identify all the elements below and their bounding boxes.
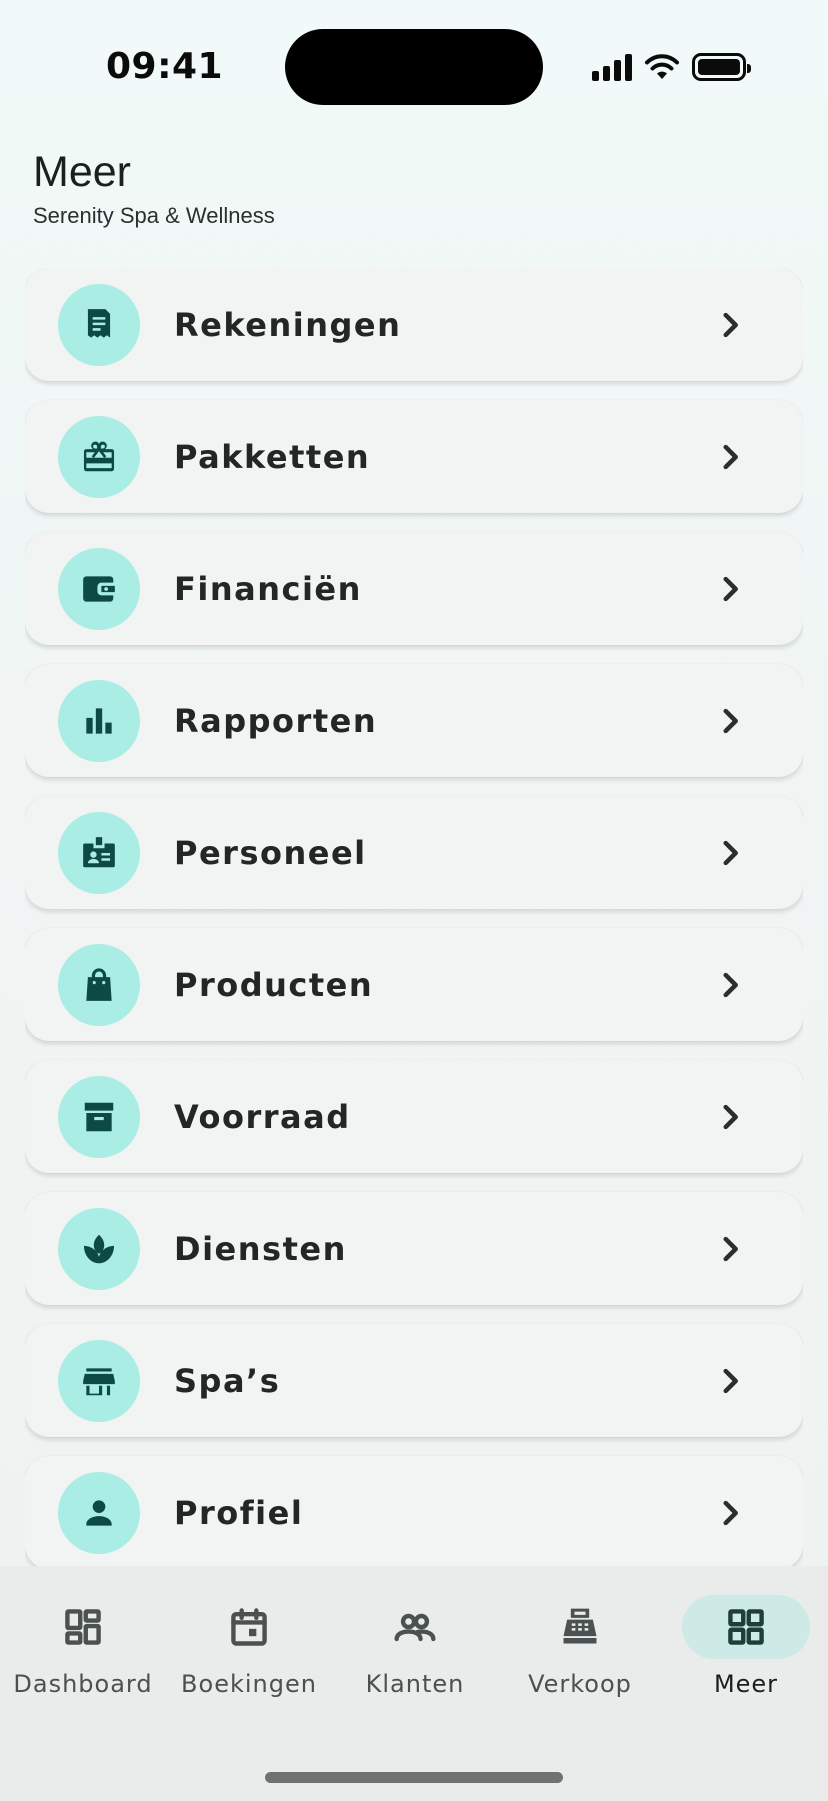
menu-item-diensten[interactable]: Diensten [25,1192,803,1305]
chevron-right-icon [723,972,738,998]
chevron-right-icon [723,576,738,602]
spa-lotus-icon [83,1234,115,1264]
person-icon [86,1500,112,1526]
chevron-right-icon [723,312,738,338]
menu-item-financien[interactable]: Financiën [25,532,803,645]
status-bar: 09:41 [0,0,828,135]
page-title: Meer [33,148,131,196]
receipt-icon [87,309,111,338]
cellular-signal-icon [592,53,632,81]
chevron-right-icon [723,444,738,470]
wallet-icon [83,576,115,602]
menu-item-rekeningen[interactable]: Rekeningen [25,268,803,381]
nav-label: Meer [713,1670,779,1698]
page-subtitle: Serenity Spa & Wellness [33,203,275,228]
menu-item-label: Rapporten [174,702,378,740]
grid-icon [728,1609,764,1645]
nav-item-boekingen[interactable]: Boekingen [166,1566,332,1726]
wifi-icon [645,54,679,79]
chevron-right-icon [723,1236,738,1262]
chevron-right-icon [723,708,738,734]
menu-item-spas[interactable]: Spa’s [25,1324,803,1437]
menu-item-rapporten[interactable]: Rapporten [25,664,803,777]
active-nav-indicator [682,1595,810,1659]
battery-icon [692,53,751,81]
nav-item-klanten[interactable]: Klanten [332,1566,498,1726]
menu-item-label: Spa’s [174,1362,281,1400]
nav-label: Klanten [365,1670,465,1698]
menu-item-producten[interactable]: Producten [25,928,803,1041]
badge-icon [83,837,115,868]
archive-box-icon [84,1102,114,1132]
nav-item-verkoop[interactable]: Verkoop [497,1566,663,1726]
nav-label: Dashboard [13,1670,153,1698]
nav-label: Verkoop [528,1670,632,1698]
nav-item-dashboard[interactable]: Dashboard [0,1566,166,1726]
menu-item-label: Pakketten [174,438,371,476]
chevron-right-icon [723,840,738,866]
menu-item-voorraad[interactable]: Voorraad [25,1060,803,1173]
storefront-icon [83,1368,115,1396]
menu-item-label: Rekeningen [174,306,402,344]
status-icons [592,50,751,84]
menu-item-label: Diensten [174,1230,347,1268]
menu-item-profiel[interactable]: Profiel [25,1456,803,1566]
shopping-bag-icon [86,968,112,1001]
menu-list: Rekeningen Pakketten Financiën Rapporten… [25,268,803,1566]
nav-item-meer[interactable]: Meer [663,1566,828,1726]
nav-label: Boekingen [181,1670,317,1698]
dynamic-island [285,29,543,105]
menu-item-label: Voorraad [174,1098,351,1136]
menu-item-personeel[interactable]: Personeel [25,796,803,909]
bar-chart-icon [86,708,112,734]
chevron-right-icon [723,1500,738,1526]
chevron-right-icon [723,1104,738,1130]
dashboard-icon [65,1609,101,1645]
menu-item-label: Profiel [174,1494,304,1532]
calendar-icon [231,1608,267,1646]
menu-item-label: Producten [174,966,374,1004]
home-indicator[interactable] [265,1772,563,1783]
menu-item-pakketten[interactable]: Pakketten [25,400,803,513]
chevron-right-icon [723,1368,738,1394]
cash-register-icon [563,1608,597,1644]
page-header: Meer Serenity Spa & Wellness [33,148,275,229]
gift-card-icon [83,441,115,472]
people-icon [394,1613,436,1642]
menu-item-label: Financiën [174,570,362,608]
menu-item-label: Personeel [174,834,367,872]
bottom-navigation: Dashboard Boekingen Klanten Verkoop Meer [0,1566,828,1801]
status-time: 09:41 [106,46,224,87]
